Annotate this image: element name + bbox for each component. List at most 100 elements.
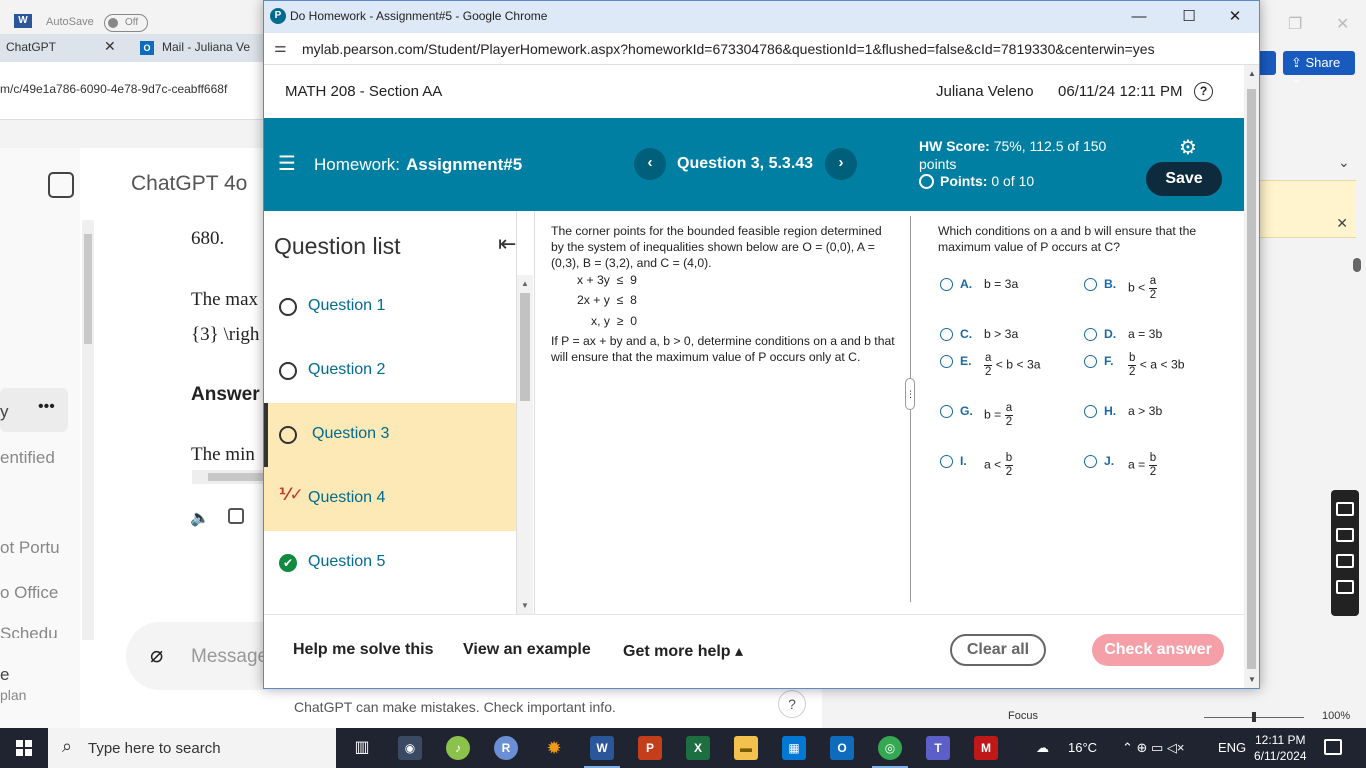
- help-button[interactable]: ?: [778, 690, 806, 718]
- new-chat-icon[interactable]: [48, 172, 74, 198]
- word-dropdown-button[interactable]: [1260, 51, 1276, 75]
- attach-icon[interactable]: ⌀: [150, 642, 163, 668]
- question-item-3[interactable]: Question 3: [264, 403, 516, 467]
- tab-chatgpt[interactable]: ChatGPT: [6, 40, 56, 54]
- sidebar-item[interactable]: e: [0, 665, 9, 685]
- tray-icons[interactable]: ⌃ ⊕ ▭ ◁×: [1122, 740, 1185, 756]
- autosave-toggle[interactable]: Off: [104, 14, 148, 32]
- excel-app-icon[interactable]: X: [686, 736, 710, 760]
- sidebar-item[interactable]: o Office: [0, 583, 58, 603]
- radio-button[interactable]: [1084, 455, 1097, 468]
- tab-mail[interactable]: O Mail - Juliana Ve: [140, 40, 250, 55]
- question-item-1[interactable]: Question 1: [264, 275, 516, 339]
- taskbar-clock[interactable]: 12:11 PM 6/11/2024: [1254, 732, 1307, 764]
- notifications-icon[interactable]: [1324, 739, 1342, 755]
- question-list-scrollbar[interactable]: ▲ ▼: [517, 275, 533, 614]
- message-input[interactable]: Message: [191, 646, 268, 668]
- code-scrollbar[interactable]: [192, 470, 264, 484]
- file-explorer-icon[interactable]: ▬: [734, 736, 758, 760]
- zoom-slider-thumb[interactable]: [1252, 712, 1256, 722]
- question-item-2[interactable]: Question 2: [264, 339, 516, 403]
- zoom-level[interactable]: 100%: [1322, 710, 1350, 722]
- search-input[interactable]: Type here to search: [88, 740, 221, 757]
- sidebar-item-more[interactable]: •••: [0, 388, 68, 432]
- app-icon[interactable]: ◉: [398, 736, 422, 760]
- focus-button[interactable]: Focus: [1008, 710, 1038, 722]
- save-button[interactable]: Save: [1146, 162, 1222, 196]
- message-input-box[interactable]: ⌀ Message: [126, 622, 268, 690]
- maximize-icon[interactable]: ☐: [1166, 5, 1212, 29]
- url-text[interactable]: mylab.pearson.com/Student/PlayerHomework…: [302, 41, 1155, 57]
- radio-button[interactable]: [940, 355, 953, 368]
- tab-close-icon[interactable]: ✕: [104, 38, 116, 55]
- restore-icon[interactable]: ❐: [1288, 14, 1302, 34]
- close-icon[interactable]: ✕: [1336, 14, 1349, 34]
- radio-button[interactable]: [940, 328, 953, 341]
- chatgpt-model-title[interactable]: ChatGPT 4o: [131, 172, 247, 196]
- minimize-icon[interactable]: —: [1116, 5, 1162, 29]
- radio-button[interactable]: [940, 455, 953, 468]
- radio-button[interactable]: [1084, 405, 1097, 418]
- music-app-icon[interactable]: ♪: [446, 736, 470, 760]
- chat-text-line: The max: [191, 289, 259, 310]
- collapse-panel-icon[interactable]: ⇤: [498, 231, 516, 257]
- word-app-icon[interactable]: W: [590, 736, 614, 760]
- sidebar-item[interactable]: ot Portu: [0, 538, 60, 558]
- close-icon[interactable]: ✕: [1212, 5, 1258, 29]
- input-language[interactable]: ENG: [1218, 740, 1246, 755]
- radio-button[interactable]: [1084, 355, 1097, 368]
- chat-scrollbar[interactable]: [82, 220, 94, 640]
- sidebar-item[interactable]: plan: [0, 687, 26, 703]
- r-app-icon[interactable]: R: [494, 736, 518, 760]
- check-answer-button[interactable]: Check answer: [1092, 634, 1224, 666]
- task-view-icon[interactable]: ▥: [350, 736, 374, 760]
- weather-temp[interactable]: 16°C: [1068, 740, 1097, 755]
- previous-question-button[interactable]: ‹: [634, 148, 666, 180]
- resize-handle[interactable]: ⋮: [905, 378, 915, 410]
- chrome-app-icon[interactable]: ◎: [878, 736, 902, 760]
- radio-button[interactable]: [1084, 278, 1097, 291]
- help-me-solve-link[interactable]: Help me solve this: [293, 641, 434, 659]
- current-question-label: Question 3, 5.3.43: [677, 155, 814, 172]
- radio-button[interactable]: [940, 405, 953, 418]
- background-url[interactable]: m/c/49e1a786-6090-4e78-9d7c-ceabff668f: [0, 82, 227, 96]
- weather-icon[interactable]: ☁: [1036, 740, 1049, 756]
- sidebar-item[interactable]: Schedu: [0, 624, 58, 638]
- gear-icon: [1336, 580, 1354, 594]
- settings-gear-icon[interactable]: ⚙: [1179, 135, 1197, 160]
- powerpoint-app-icon[interactable]: P: [638, 736, 662, 760]
- page-scrollbar[interactable]: ▲ ▼: [1244, 65, 1259, 688]
- menu-icon[interactable]: ☰: [278, 151, 296, 176]
- scroll-down-icon: ▼: [521, 601, 529, 610]
- copy-icon[interactable]: [228, 508, 244, 524]
- question-item-5[interactable]: ✔ Question 5: [264, 531, 516, 595]
- share-button[interactable]: ⇪ Share ⌄: [1283, 51, 1355, 86]
- chevron-down-icon[interactable]: ⌄: [1338, 154, 1350, 171]
- read-aloud-icon[interactable]: 🔈: [190, 508, 210, 528]
- window-title-bar[interactable]: P Do Homework - Assignment#5 - Google Ch…: [264, 1, 1259, 33]
- points-circle-icon: [919, 174, 934, 189]
- outlook-app-icon[interactable]: O: [830, 736, 854, 760]
- taskbar-search[interactable]: ⌕ Type here to search: [48, 728, 336, 768]
- teams-app-icon[interactable]: T: [926, 736, 950, 760]
- help-icon[interactable]: ?: [1194, 82, 1213, 101]
- windows-start-icon[interactable]: [16, 740, 32, 756]
- store-icon[interactable]: ▦: [782, 736, 806, 760]
- word-status-bar: Focus 100%: [822, 706, 1366, 728]
- site-settings-icon[interactable]: ⚌: [274, 39, 287, 56]
- sidebar-item[interactable]: y: [0, 402, 9, 422]
- view-example-link[interactable]: View an example: [463, 641, 591, 659]
- mcafee-icon[interactable]: M: [974, 736, 998, 760]
- close-icon[interactable]: ✕: [1336, 215, 1348, 232]
- sun-app-icon[interactable]: ✹: [542, 736, 566, 760]
- next-question-button[interactable]: ›: [825, 148, 857, 180]
- sidebar-item[interactable]: entified: [0, 448, 55, 468]
- get-more-help-link[interactable]: Get more help ▴: [623, 641, 743, 661]
- question-item-4[interactable]: ⅟✓ Question 4: [264, 467, 516, 531]
- clear-all-button[interactable]: Clear all: [950, 634, 1046, 666]
- word-scrollbar[interactable]: [1350, 240, 1364, 700]
- address-bar[interactable]: ⚌ mylab.pearson.com/Student/PlayerHomewo…: [264, 33, 1259, 65]
- floating-toolbar[interactable]: [1331, 490, 1359, 616]
- radio-button[interactable]: [940, 278, 953, 291]
- radio-button[interactable]: [1084, 328, 1097, 341]
